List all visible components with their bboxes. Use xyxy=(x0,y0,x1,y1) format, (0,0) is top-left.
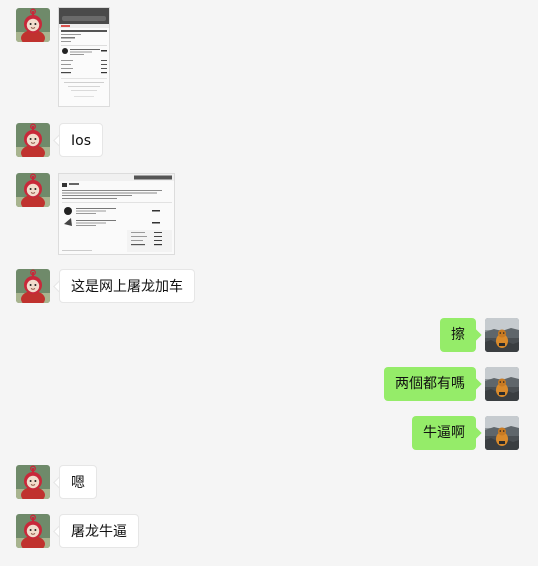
message-text: 擦 xyxy=(451,327,465,343)
own-avatar[interactable] xyxy=(485,367,519,401)
own-avatar[interactable] xyxy=(485,416,519,450)
message-text: 牛逼啊 xyxy=(423,425,465,441)
image-message-web-screenshot[interactable] xyxy=(58,173,175,255)
dog-on-rocks-avatar-icon xyxy=(485,416,519,450)
teletubby-avatar-icon xyxy=(16,8,50,42)
message-text: 这是网上屠龙加车 xyxy=(71,279,183,295)
teletubby-avatar-icon xyxy=(16,514,50,548)
message-bubble-left[interactable]: 屠龙牛逼 xyxy=(59,514,139,548)
message-text: 嗯 xyxy=(71,475,85,491)
dog-on-rocks-avatar-icon xyxy=(485,367,519,401)
sender-avatar[interactable] xyxy=(16,465,50,499)
message-bubble-left[interactable]: 嗯 xyxy=(59,465,97,499)
sender-avatar[interactable] xyxy=(16,123,50,157)
teletubby-avatar-icon xyxy=(16,269,50,303)
teletubby-avatar-icon xyxy=(16,465,50,499)
message-bubble-left[interactable]: Ios xyxy=(59,123,103,157)
message-text: Ios xyxy=(71,133,91,149)
message-text: 两個都有嗎 xyxy=(395,376,465,392)
dog-on-rocks-avatar-icon xyxy=(485,318,519,352)
sender-avatar[interactable] xyxy=(16,173,50,207)
teletubby-avatar-icon xyxy=(16,123,50,157)
own-avatar[interactable] xyxy=(485,318,519,352)
sender-avatar[interactable] xyxy=(16,8,50,42)
teletubby-avatar-icon xyxy=(16,173,50,207)
web-screenshot-thumbnail xyxy=(59,174,174,254)
phone-screenshot-thumbnail xyxy=(59,8,109,106)
image-message-phone-screenshot[interactable] xyxy=(58,7,110,107)
message-bubble-right[interactable]: 两個都有嗎 xyxy=(384,367,476,401)
sender-avatar[interactable] xyxy=(16,269,50,303)
message-bubble-left[interactable]: 这是网上屠龙加车 xyxy=(59,269,195,303)
sender-avatar[interactable] xyxy=(16,514,50,548)
message-bubble-right[interactable]: 牛逼啊 xyxy=(412,416,476,450)
message-text: 屠龙牛逼 xyxy=(71,524,127,540)
